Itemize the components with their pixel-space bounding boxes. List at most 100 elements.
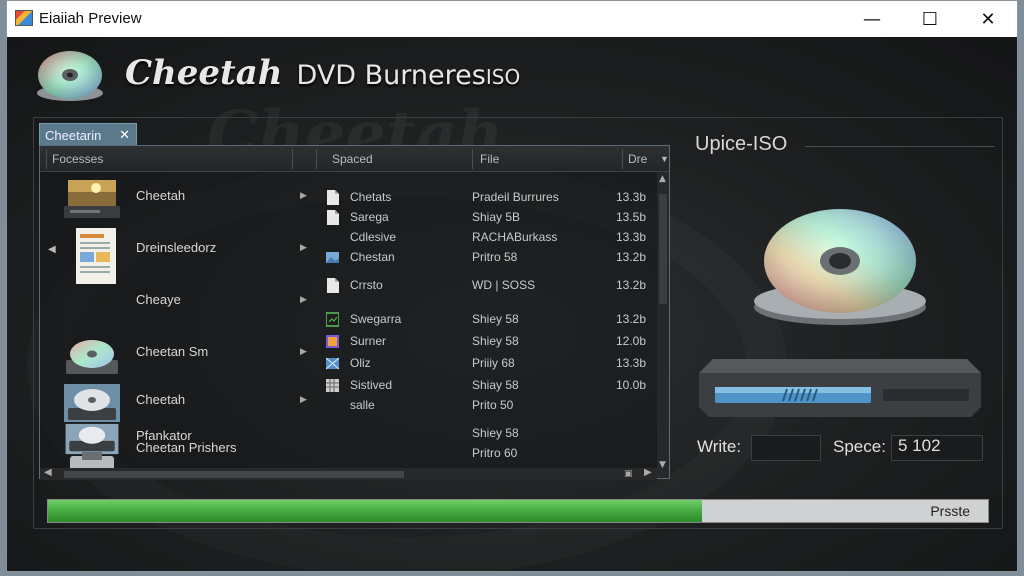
file-name: Crrsto xyxy=(350,278,383,292)
file-row[interactable]: Chestan Pritro 58 13.2b xyxy=(326,248,666,268)
column-separator xyxy=(316,149,317,169)
file-name: Chestan xyxy=(350,250,395,264)
disc-drive-blue-icon xyxy=(65,423,119,455)
column-processes[interactable]: Focesses xyxy=(52,152,103,166)
header-title-main: Cheetah xyxy=(125,53,283,93)
dvd-drive-icon xyxy=(699,359,981,417)
file-size: 12.0b xyxy=(616,334,647,348)
app-header-title: Cheetah DVD BurneresISO xyxy=(125,53,520,93)
close-button[interactable]: ✕ xyxy=(959,1,1017,37)
file-name: Sistived xyxy=(350,378,393,392)
file-size: 13.5b xyxy=(616,210,647,224)
title-bar[interactable]: Eiaiiah Preview — ☐ ✕ xyxy=(7,1,1017,37)
file-icon xyxy=(327,190,339,205)
panel-divider xyxy=(805,146,995,147)
scrollbar-thumb[interactable] xyxy=(659,194,667,304)
list-item-cheetan-sm[interactable]: Cheetan Sm ▶ xyxy=(40,334,310,382)
tab-cheetarin[interactable]: Cheetarin ✕ xyxy=(39,123,137,147)
panel-title: Upice-ISO xyxy=(695,133,788,155)
scroll-down-icon[interactable]: ▼ xyxy=(659,460,666,470)
file-type: Prito 50 xyxy=(472,398,514,412)
file-name: Surner xyxy=(350,334,387,348)
pointer-icon: ◀ xyxy=(48,244,56,255)
file-type: Shiey 58 xyxy=(472,312,519,326)
column-size[interactable]: Dre xyxy=(628,152,647,166)
space-label: Spece: xyxy=(833,437,886,456)
file-row[interactable]: Swegarra Shiey 58 13.2b xyxy=(326,310,666,330)
file-icon xyxy=(327,210,339,225)
expand-arrow-icon[interactable]: ▶ xyxy=(300,394,307,405)
list-item-label: Cheaye xyxy=(136,292,181,307)
tab-close-icon[interactable]: ✕ xyxy=(119,127,130,143)
file-row[interactable]: Chetats Pradeil Burrures 13.3b xyxy=(326,188,666,208)
image-icon xyxy=(326,252,339,263)
file-row[interactable]: Cdlesive RACHABurkass 13.3b xyxy=(326,228,666,248)
minimize-button[interactable]: — xyxy=(843,1,901,37)
window-title: Eiaiiah Preview xyxy=(39,10,142,27)
file-size: 13.3b xyxy=(616,356,647,370)
header-title-mid: DVD Burneres xyxy=(296,60,486,91)
expand-arrow-icon[interactable]: ▶ xyxy=(300,242,307,253)
file-name: Chetats xyxy=(350,190,392,204)
list-item-label: Cheetan Sm xyxy=(136,344,209,359)
app-icon xyxy=(15,10,33,26)
file-icon xyxy=(327,278,339,293)
column-spaced[interactable]: Spaced xyxy=(332,152,373,166)
file-row[interactable]: Crrsto WD | SOSS 13.2b xyxy=(326,276,666,296)
list-item-cheaye[interactable]: Cheaye ▶ xyxy=(40,292,310,326)
file-row[interactable]: Sistived Shiay 58 10.0b xyxy=(326,376,666,396)
column-separator xyxy=(46,149,47,169)
file-row[interactable]: Oliz Priiiy 68 13.3b xyxy=(326,354,666,374)
column-file[interactable]: File xyxy=(480,152,499,166)
disc-drive-blue-icon xyxy=(64,384,120,422)
dvd-drive-landscape-icon xyxy=(64,180,120,218)
expand-arrow-icon[interactable]: ▶ xyxy=(300,190,307,201)
column-separator xyxy=(622,149,623,169)
tab-label: Cheetarin xyxy=(45,128,102,143)
file-size: 13.3b xyxy=(616,190,647,204)
file-name: Oliz xyxy=(350,356,371,370)
space-field[interactable]: 5 102 xyxy=(891,435,983,461)
file-name: Sarega xyxy=(350,210,389,224)
scroll-right-icon[interactable]: ▶ xyxy=(644,467,652,478)
list-item-cheetah[interactable]: Cheetah ▶ xyxy=(40,178,310,226)
file-browser: Focesses Spaced File Dre ▼ Cheetah ▶ ◀ D… xyxy=(39,145,670,480)
expand-arrow-icon[interactable]: ▶ xyxy=(300,294,307,305)
file-type: Shiey 58 xyxy=(472,426,519,440)
scroll-left-icon[interactable]: ◀ xyxy=(44,467,52,478)
list-item-label: Dreinsleedorz xyxy=(136,240,217,255)
horizontal-scrollbar[interactable]: ◀ ▣ ▶ xyxy=(40,467,657,480)
burn-progress-bar: Prsste xyxy=(47,499,989,523)
file-type: WD | SOSS xyxy=(472,278,536,292)
maximize-button[interactable]: ☐ xyxy=(901,1,959,37)
app-window: Eiaiiah Preview — ☐ ✕ Cheetah Cheetah DV… xyxy=(6,0,1018,572)
header-title-small: ISO xyxy=(485,65,521,89)
file-row[interactable]: Shiey 58 xyxy=(326,424,666,444)
file-name: Cdlesive xyxy=(350,230,397,244)
file-row[interactable]: Pritro 60 xyxy=(326,444,666,464)
write-label: Write: xyxy=(697,437,742,456)
file-type: Pritro 60 xyxy=(472,446,518,460)
expand-arrow-icon[interactable]: ▶ xyxy=(300,346,307,357)
column-separator xyxy=(472,149,473,169)
document-icon xyxy=(76,228,116,284)
green-file-icon xyxy=(326,312,339,327)
file-type: Pradeil Burrures xyxy=(472,190,559,204)
disc-icon xyxy=(754,209,926,325)
write-field[interactable] xyxy=(751,435,821,461)
column-header: Focesses Spaced File Dre ▼ xyxy=(40,146,669,172)
file-row[interactable]: Surner Shiey 58 12.0b xyxy=(326,332,666,352)
scrollbar-thumb[interactable] xyxy=(64,471,404,478)
file-row[interactable]: salle Prito 50 xyxy=(326,396,666,416)
file-size: 13.2b xyxy=(616,278,647,292)
resize-square-icon[interactable]: ▣ xyxy=(624,469,633,479)
list-item-dreinsleedorz[interactable]: ◀ Dreinsleedorz ▶ xyxy=(40,226,310,296)
scroll-up-icon[interactable]: ▲ xyxy=(659,174,666,184)
file-type: Shiey 58 xyxy=(472,334,519,348)
file-name: Swegarra xyxy=(350,312,402,326)
file-type: RACHABurkass xyxy=(472,230,558,244)
sort-dropdown-icon[interactable]: ▼ xyxy=(660,154,669,164)
file-row[interactable]: Sarega Shiay 5B 13.5b xyxy=(326,208,666,228)
vertical-scrollbar[interactable]: ▲ ▼ xyxy=(657,172,669,478)
file-size: 13.2b xyxy=(616,312,647,326)
